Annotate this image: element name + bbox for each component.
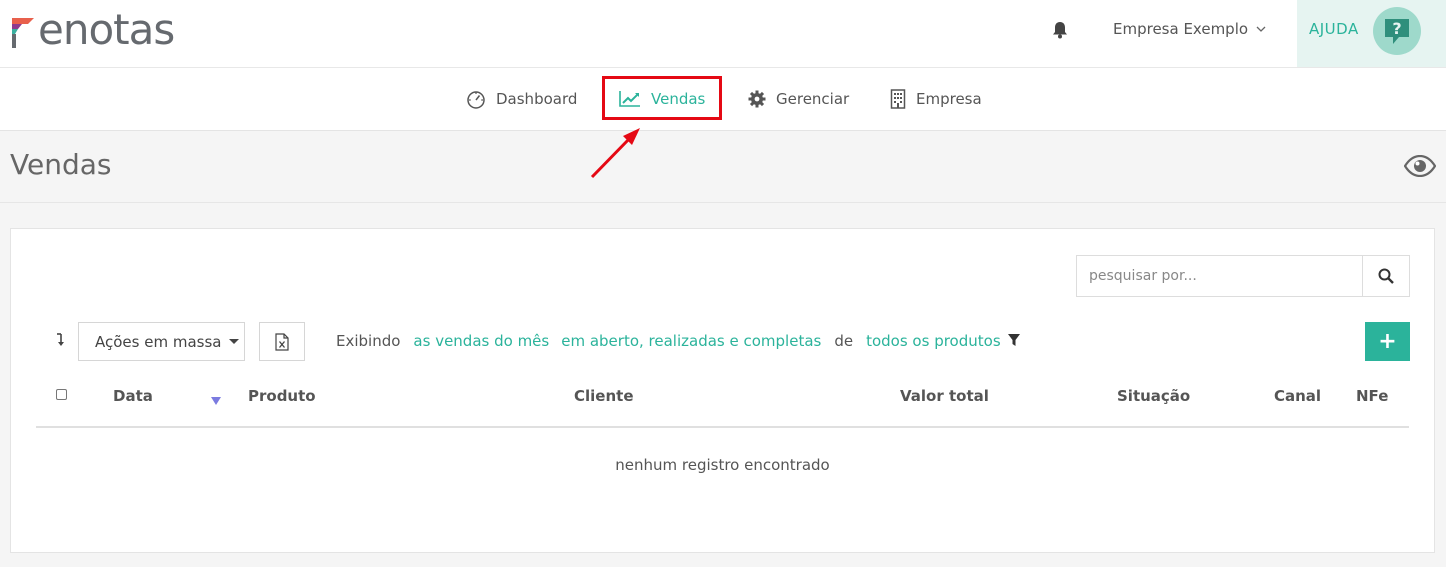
- column-header-canal[interactable]: Canal: [1274, 387, 1321, 405]
- bell-icon[interactable]: [1050, 20, 1070, 40]
- logo-mark-icon: [12, 18, 34, 48]
- filter-status-link[interactable]: em aberto, realizadas e completas: [561, 332, 821, 350]
- nav-label-empresa: Empresa: [916, 90, 982, 108]
- bulk-actions-label: Ações em massa: [95, 332, 222, 351]
- filter-icon[interactable]: [1007, 333, 1021, 347]
- search-icon: [1378, 268, 1394, 284]
- gear-icon: [748, 90, 766, 108]
- sort-order-icon[interactable]: [55, 333, 65, 347]
- help-glyph: ?: [1392, 19, 1401, 38]
- add-sale-button[interactable]: +: [1365, 322, 1410, 361]
- company-selector[interactable]: Empresa Exemplo: [1113, 20, 1266, 38]
- company-name: Empresa Exemplo: [1113, 20, 1249, 38]
- sort-descending-icon: [211, 397, 221, 405]
- bulk-actions-dropdown[interactable]: Ações em massa: [78, 322, 245, 361]
- enotas-logo[interactable]: enotas: [10, 5, 175, 54]
- nav-label-dashboard: Dashboard: [496, 90, 578, 108]
- help-panel[interactable]: AJUDA ?: [1297, 0, 1446, 67]
- column-header-valor-total[interactable]: Valor total: [900, 387, 989, 405]
- filter-products-link[interactable]: todos os produtos: [866, 332, 1001, 350]
- building-icon: [890, 89, 906, 109]
- filter-summary: Exibindo as vendas do mês em aberto, rea…: [336, 332, 1001, 350]
- help-chat-icon: ?: [1385, 19, 1409, 44]
- logo-text: enotas: [38, 5, 175, 54]
- column-header-data[interactable]: Data: [113, 387, 153, 405]
- annotation-highlight-box: [602, 76, 722, 120]
- column-header-cliente[interactable]: Cliente: [574, 387, 634, 405]
- empty-table-message: nenhum registro encontrado: [615, 456, 830, 474]
- annotation-arrow-icon: [590, 128, 640, 179]
- help-label: AJUDA: [1309, 20, 1359, 38]
- help-avatar[interactable]: ?: [1373, 7, 1421, 55]
- column-header-nfe[interactable]: NFe: [1356, 387, 1388, 405]
- export-excel-button[interactable]: [259, 322, 305, 361]
- sales-card: Ações em massa Exibindo as vendas do mês…: [10, 228, 1435, 553]
- eye-icon[interactable]: [1404, 155, 1436, 177]
- filter-period-link[interactable]: as vendas do mês: [413, 332, 549, 350]
- nav-item-gerenciar[interactable]: Gerenciar: [748, 68, 849, 130]
- column-header-situacao[interactable]: Situação: [1117, 387, 1190, 405]
- showing-text: Exibindo: [336, 332, 401, 350]
- select-all-checkbox[interactable]: [56, 389, 67, 400]
- nav-item-dashboard[interactable]: Dashboard: [466, 68, 577, 130]
- chevron-down-icon: [1256, 26, 1266, 32]
- search-button[interactable]: [1362, 256, 1409, 296]
- plus-icon: +: [1378, 328, 1397, 354]
- search-input[interactable]: [1077, 256, 1362, 296]
- excel-file-icon: [275, 332, 289, 351]
- top-bar: enotas Empresa Exemplo AJUDA ?: [0, 0, 1446, 68]
- speedometer-icon: [467, 91, 485, 109]
- title-divider: [0, 202, 1446, 203]
- caret-down-icon: [229, 339, 240, 344]
- nav-label-gerenciar: Gerenciar: [776, 90, 850, 108]
- main-nav: Dashboard Vendas Gerenciar Empresa: [0, 68, 1446, 131]
- page-title: Vendas: [10, 148, 112, 181]
- nav-item-empresa[interactable]: Empresa: [890, 68, 982, 130]
- search-box: [1076, 255, 1410, 297]
- of-text: de: [834, 332, 854, 350]
- column-header-produto[interactable]: Produto: [248, 387, 316, 405]
- table-header-divider: [36, 426, 1409, 428]
